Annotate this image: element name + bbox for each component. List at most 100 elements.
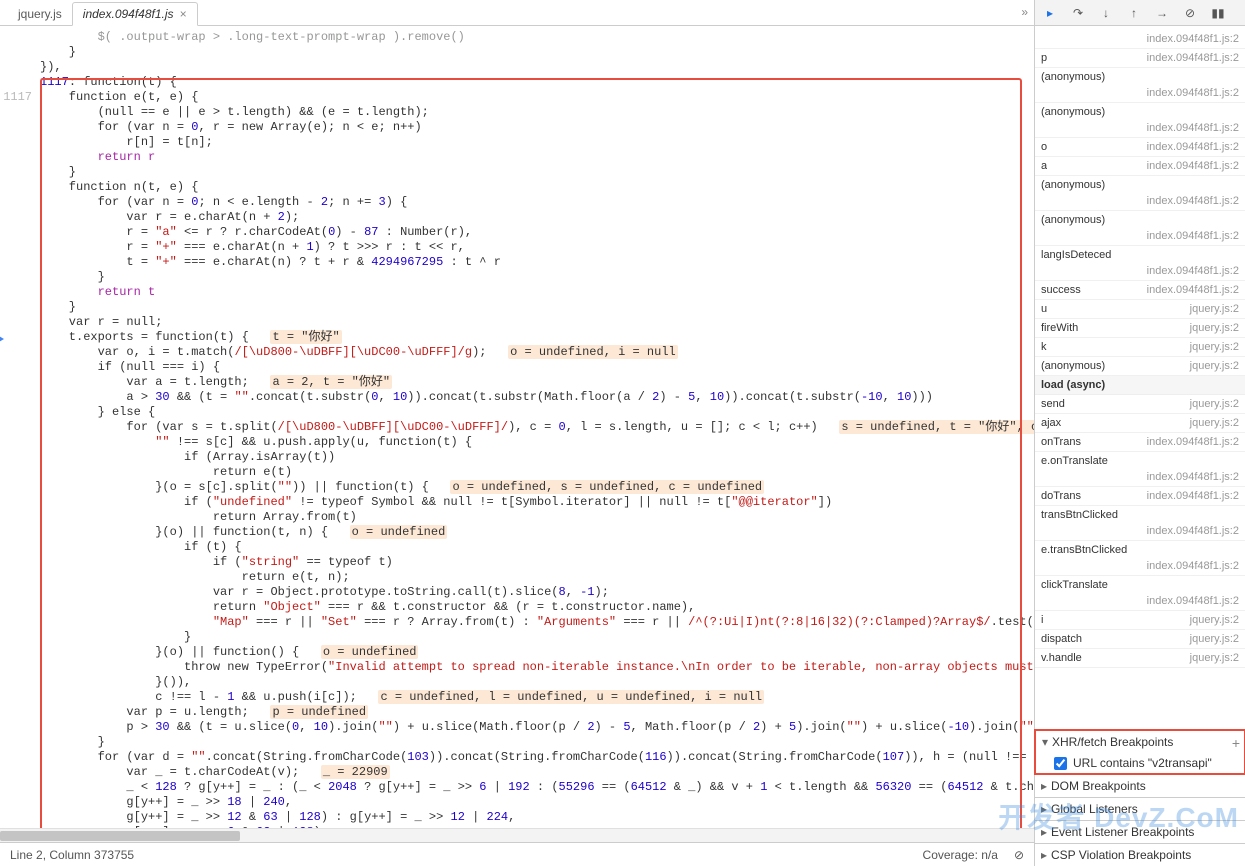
call-stack-frame[interactable]: dispatchjquery.js:2 <box>1035 630 1245 649</box>
tab-label: index.094f48f1.js <box>83 7 174 21</box>
call-stack-frame[interactable]: (anonymous)index.094f48f1.js:2 <box>1035 103 1245 138</box>
frame-name: (anonymous) <box>1041 179 1105 191</box>
xhr-breakpoints-header[interactable]: ▾XHR/fetch Breakpoints <box>1036 731 1244 753</box>
call-stack-frame[interactable]: success index.094f48f1.js:2 <box>1035 281 1245 300</box>
call-stack-frame[interactable]: (anonymous)index.094f48f1.js:2 <box>1035 211 1245 246</box>
frame-name: success <box>1041 284 1081 296</box>
async-divider: load (async) <box>1035 376 1245 395</box>
frame-location: index.094f48f1.js:2 <box>1147 490 1239 502</box>
dom-breakpoints-header[interactable]: ▸DOM Breakpoints <box>1035 775 1245 797</box>
frame-name: p <box>1041 52 1047 64</box>
chevron-down-icon: ▾ <box>1042 735 1052 749</box>
code-editor[interactable]: 1117 $( .output-wrap > .long-text-prompt… <box>0 26 1034 828</box>
frame-location: index.094f48f1.js:2 <box>1147 195 1239 207</box>
call-stack-frame[interactable]: aindex.094f48f1.js:2 <box>1035 157 1245 176</box>
call-stack-frame[interactable]: langIsDetecedindex.094f48f1.js:2 <box>1035 246 1245 281</box>
close-icon[interactable]: × <box>180 7 187 21</box>
status-bar: Line 2, Column 373755 Coverage: n/a ⊘ <box>0 842 1034 866</box>
global-listeners-header[interactable]: ▸Global Listeners <box>1035 798 1245 820</box>
xhr-breakpoints-section: ▾XHR/fetch Breakpoints + URL contains "v… <box>1034 729 1245 775</box>
call-stack-frame[interactable]: clickTranslateindex.094f48f1.js:2 <box>1035 576 1245 611</box>
frame-location: jquery.js:2 <box>1190 652 1239 664</box>
deactivate-breakpoints-icon[interactable]: ⊘ <box>1183 6 1197 20</box>
add-xhr-breakpoint-icon[interactable]: + <box>1232 735 1240 751</box>
call-stack-frame[interactable]: e.transBtnClicked index.094f48f1.js:2 <box>1035 541 1245 576</box>
frame-location: index.094f48f1.js:2 <box>1147 265 1239 277</box>
call-stack-frame[interactable]: index.094f48f1.js:2 <box>1035 26 1245 49</box>
call-stack-frame[interactable]: transBtnClickedindex.094f48f1.js:2 <box>1035 506 1245 541</box>
frame-location: jquery.js:2 <box>1190 614 1239 626</box>
call-stack-frame[interactable]: send jquery.js:2 <box>1035 395 1245 414</box>
call-stack-frame[interactable]: doTransindex.094f48f1.js:2 <box>1035 487 1245 506</box>
coverage-label: Coverage: n/a <box>923 848 998 862</box>
step-into-icon[interactable]: ↓ <box>1099 6 1113 20</box>
frame-location: index.094f48f1.js:2 <box>1147 230 1239 242</box>
frame-name: e.transBtnClicked <box>1041 544 1127 556</box>
horizontal-scrollbar[interactable] <box>0 828 1034 842</box>
call-stack-frame[interactable]: v.handle jquery.js:2 <box>1035 649 1245 668</box>
scrollbar-thumb[interactable] <box>0 831 240 841</box>
call-stack-frame[interactable]: (anonymous) index.094f48f1.js:2 <box>1035 176 1245 211</box>
frame-location: index.094f48f1.js:2 <box>1147 284 1239 296</box>
tab-index[interactable]: index.094f48f1.js × <box>72 2 198 26</box>
call-stack-frame[interactable]: u jquery.js:2 <box>1035 300 1245 319</box>
csp-breakpoints-header[interactable]: ▸CSP Violation Breakpoints <box>1035 844 1245 866</box>
cursor-position: Line 2, Column 373755 <box>10 848 134 862</box>
csp-breakpoints-section: ▸CSP Violation Breakpoints <box>1035 843 1245 866</box>
section-title: XHR/fetch Breakpoints <box>1052 735 1173 749</box>
frame-location: jquery.js:2 <box>1190 303 1239 315</box>
call-stack-frame[interactable]: (anonymous) index.094f48f1.js:2 <box>1035 68 1245 103</box>
frame-name: send <box>1041 398 1065 410</box>
frame-name: (anonymous) <box>1041 71 1105 83</box>
step-out-icon[interactable]: ↑ <box>1127 6 1141 20</box>
frame-location: index.094f48f1.js:2 <box>1147 87 1239 99</box>
chevron-right-icon: ▸ <box>1041 825 1051 839</box>
frame-location: jquery.js:2 <box>1190 417 1239 429</box>
frame-name: u <box>1041 303 1047 315</box>
debugger-toolbar: ▸ ↷ ↓ ↑ → ⊘ ▮▮ <box>1035 0 1245 26</box>
frame-location: index.094f48f1.js:2 <box>1147 436 1239 448</box>
chevron-right-icon: ▸ <box>1041 848 1051 862</box>
chevron-right-icon: ▸ <box>1041 802 1051 816</box>
section-title: Global Listeners <box>1051 802 1138 816</box>
call-stack: index.094f48f1.js:2pindex.094f48f1.js:2(… <box>1035 26 1245 730</box>
resume-icon[interactable]: ▸ <box>1043 6 1057 20</box>
debugger-sidebar: ▸ ↷ ↓ ↑ → ⊘ ▮▮ index.094f48f1.js:2pindex… <box>1035 0 1245 866</box>
frame-name: (anonymous) <box>1041 360 1105 372</box>
coverage-icon[interactable]: ⊘ <box>1014 848 1024 862</box>
frame-name: clickTranslate <box>1041 579 1108 591</box>
frame-location: index.094f48f1.js:2 <box>1147 471 1239 483</box>
global-listeners-section: ▸Global Listeners <box>1035 797 1245 820</box>
call-stack-frame[interactable]: e.onTranslateindex.094f48f1.js:2 <box>1035 452 1245 487</box>
frame-location: index.094f48f1.js:2 <box>1147 560 1239 572</box>
breakpoint-arrow-icon <box>0 333 4 345</box>
call-stack-frame[interactable]: oindex.094f48f1.js:2 <box>1035 138 1245 157</box>
event-listener-breakpoints-section: ▸Event Listener Breakpoints <box>1035 820 1245 843</box>
tabs-overflow-icon[interactable]: » <box>1021 5 1028 19</box>
frame-location: jquery.js:2 <box>1190 360 1239 372</box>
frame-location: index.094f48f1.js:2 <box>1147 122 1239 134</box>
call-stack-frame[interactable]: ajaxjquery.js:2 <box>1035 414 1245 433</box>
frame-location: index.094f48f1.js:2 <box>1147 141 1239 153</box>
frame-location: index.094f48f1.js:2 <box>1147 33 1239 45</box>
step-over-icon[interactable]: ↷ <box>1071 6 1085 20</box>
event-listener-breakpoints-header[interactable]: ▸Event Listener Breakpoints <box>1035 821 1245 843</box>
call-stack-frame[interactable]: fireWithjquery.js:2 <box>1035 319 1245 338</box>
frame-location: jquery.js:2 <box>1190 341 1239 353</box>
xhr-breakpoint-item[interactable]: URL contains "v2transapi" <box>1054 756 1238 770</box>
chevron-right-icon: ▸ <box>1041 779 1051 793</box>
frame-name: dispatch <box>1041 633 1082 645</box>
step-icon[interactable]: → <box>1155 6 1169 20</box>
call-stack-frame[interactable]: ijquery.js:2 <box>1035 611 1245 630</box>
call-stack-frame[interactable]: onTrans index.094f48f1.js:2 <box>1035 433 1245 452</box>
tab-jquery[interactable]: jquery.js <box>8 3 72 25</box>
frame-name: onTrans <box>1041 436 1081 448</box>
code-content: $( .output-wrap > .long-text-prompt-wrap… <box>40 30 1034 828</box>
frame-name: v.handle <box>1041 652 1082 664</box>
frame-location: jquery.js:2 <box>1190 398 1239 410</box>
call-stack-frame[interactable]: kjquery.js:2 <box>1035 338 1245 357</box>
pause-on-exceptions-icon[interactable]: ▮▮ <box>1211 6 1225 20</box>
xhr-breakpoint-checkbox[interactable] <box>1054 757 1067 770</box>
call-stack-frame[interactable]: pindex.094f48f1.js:2 <box>1035 49 1245 68</box>
call-stack-frame[interactable]: (anonymous) jquery.js:2 <box>1035 357 1245 376</box>
